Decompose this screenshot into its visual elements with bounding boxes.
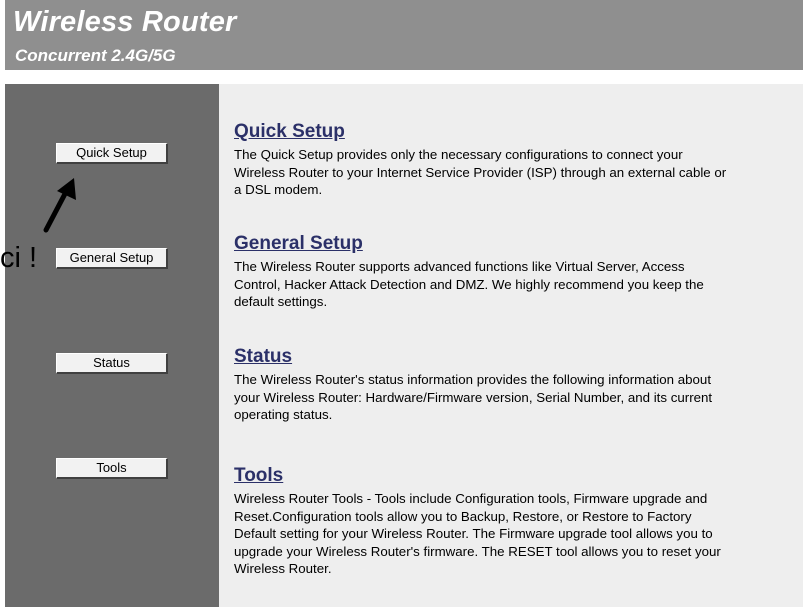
tools-description: Wireless Router Tools - Tools include Co… [234, 491, 721, 576]
arrow-up-right-icon [43, 178, 76, 233]
status-description: The Wireless Router's status information… [234, 372, 713, 422]
annotation-text: ci ! [0, 242, 38, 274]
status-link[interactable]: Status [234, 346, 292, 368]
general-setup-description: The Wireless Router supports advanced fu… [234, 259, 704, 309]
header-divider [5, 70, 803, 84]
tools-link[interactable]: Tools [234, 465, 283, 487]
general-setup-button[interactable]: General Setup [56, 248, 168, 269]
quick-setup-description: The Quick Setup provides only the necess… [234, 147, 727, 197]
quick-setup-button[interactable]: Quick Setup [56, 143, 168, 164]
status-button[interactable]: Status [56, 353, 168, 374]
general-setup-link[interactable]: General Setup [234, 233, 363, 255]
quick-setup-link[interactable]: Quick Setup [234, 121, 345, 143]
brand-title: Wireless Router [13, 6, 237, 38]
brand-subtitle: Concurrent 2.4G/5G [15, 46, 176, 65]
tools-button[interactable]: Tools [56, 458, 168, 479]
header-banner: Wireless Router Concurrent 2.4G/5G [5, 0, 803, 70]
